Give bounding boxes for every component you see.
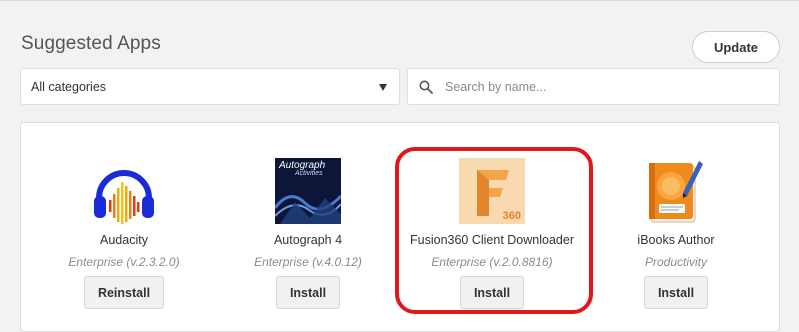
install-button[interactable]: Install xyxy=(644,276,708,309)
app-name: Audacity xyxy=(100,233,148,247)
app-name: Autograph 4 xyxy=(273,233,343,247)
app-name: iBooks Author xyxy=(637,233,715,247)
search-icon xyxy=(419,80,433,94)
page-title: Suggested Apps xyxy=(21,33,161,54)
highlight-annotation xyxy=(395,147,593,314)
dropdown-caret-icon xyxy=(379,84,387,91)
category-dropdown-value: All categories xyxy=(31,79,107,94)
audacity-icon[interactable] xyxy=(91,158,157,224)
ibooks-author-icon[interactable] xyxy=(643,158,709,224)
autograph-icon-subtext: Activities xyxy=(295,170,323,177)
search-field[interactable] xyxy=(407,68,780,105)
install-button[interactable]: Install xyxy=(276,276,340,309)
reinstall-button[interactable]: Reinstall xyxy=(84,276,164,309)
update-button[interactable]: Update xyxy=(692,31,780,63)
category-dropdown[interactable]: All categories xyxy=(20,68,400,105)
search-input[interactable] xyxy=(443,78,747,95)
autograph-icon[interactable]: Autograph Activities xyxy=(275,158,341,224)
app-version: Enterprise (v.4.0.12) xyxy=(254,255,362,269)
top-divider xyxy=(0,0,799,1)
app-version: Enterprise (v.2.3.2.0) xyxy=(68,255,180,269)
app-category: Productivity xyxy=(644,255,708,269)
